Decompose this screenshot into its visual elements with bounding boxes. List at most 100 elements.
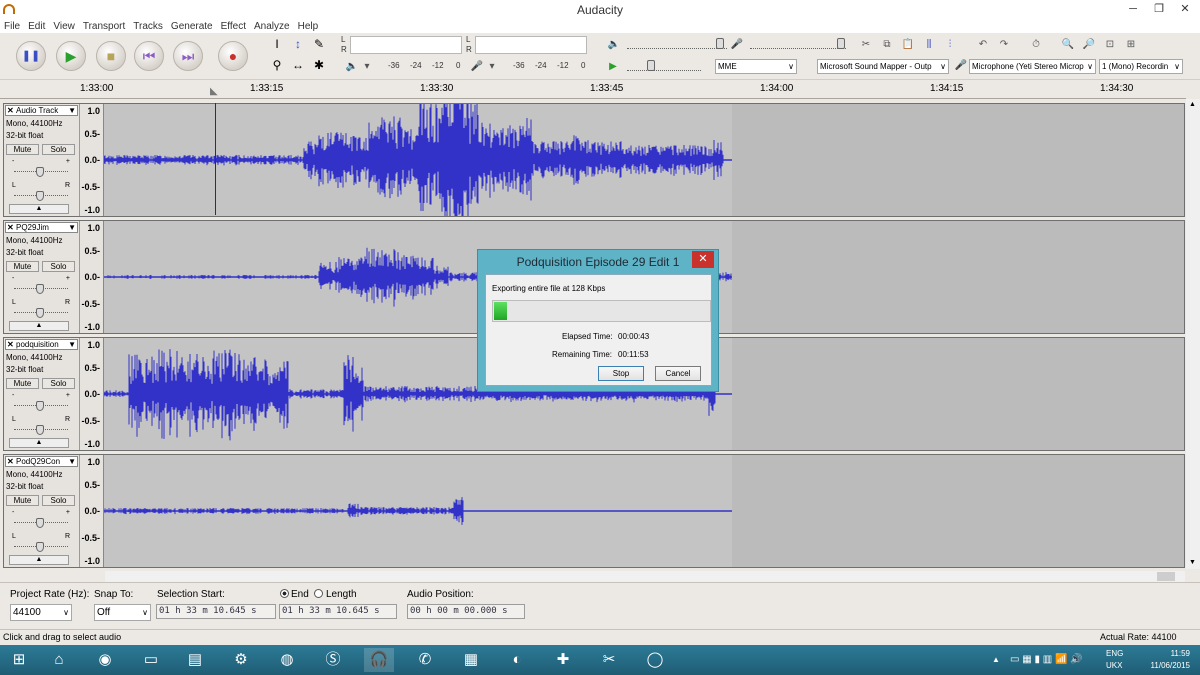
microphone-icon[interactable]: 🎤	[469, 59, 485, 75]
playback-meter[interactable]	[475, 36, 587, 54]
minimize-button[interactable]: ─	[1120, 0, 1146, 20]
fit-project-icon[interactable]: ⊞	[1123, 37, 1139, 53]
solo-button[interactable]: Solo	[42, 378, 75, 389]
menu-edit[interactable]: Edit	[24, 20, 49, 32]
paste-icon[interactable]: 📋	[900, 37, 916, 53]
record-button[interactable]: ●	[218, 41, 248, 71]
horizontal-scrollbar[interactable]	[105, 571, 1185, 582]
copy-icon[interactable]: ⧉	[879, 37, 895, 53]
chat-icon[interactable]: ◯	[640, 648, 670, 672]
tray-expand-icon[interactable]: ▲	[992, 655, 1000, 664]
scroll-thumb[interactable]	[1157, 572, 1175, 581]
menu-view[interactable]: View	[49, 20, 79, 32]
mute-button[interactable]: Mute	[6, 261, 39, 272]
mute-button[interactable]: Mute	[6, 378, 39, 389]
firefox-icon[interactable]: ◍	[272, 648, 302, 672]
language-code[interactable]: ENG	[1106, 649, 1123, 658]
cut-icon[interactable]: ✂	[858, 37, 874, 53]
pan-slider[interactable]: LR	[12, 182, 70, 202]
recording-meter[interactable]	[350, 36, 462, 54]
collapse-track-button[interactable]: ▲	[9, 555, 69, 565]
recording-device-select[interactable]: Microphone (Yeti Stereo Microp ∨	[969, 59, 1096, 74]
trim-icon[interactable]: ⫼	[921, 37, 937, 53]
input-volume-knob[interactable]	[837, 38, 845, 49]
playhead-marker-icon[interactable]: ◣	[210, 86, 218, 97]
track-name-menu[interactable]: ✕ Audio Track ▼	[5, 105, 78, 116]
gain-slider[interactable]: - +	[12, 509, 70, 529]
recording-channels-select[interactable]: 1 (Mono) Recordin ∨	[1099, 59, 1183, 74]
close-track-icon[interactable]: ✕	[7, 457, 14, 466]
stop-export-button[interactable]: Stop	[598, 366, 644, 381]
gain-knob[interactable]	[36, 284, 44, 294]
selection-end-field[interactable]: 01 h 33 m 10.645 s	[279, 604, 397, 619]
cancel-export-button[interactable]: Cancel	[655, 366, 701, 381]
close-track-icon[interactable]: ✕	[7, 106, 14, 115]
skip-start-button[interactable]: ⏮	[134, 41, 164, 71]
playback-speed-knob[interactable]	[647, 60, 655, 71]
fit-selection-icon[interactable]: ⊡	[1102, 37, 1118, 53]
close-track-icon[interactable]: ✕	[7, 223, 14, 232]
mute-button[interactable]: Mute	[6, 144, 39, 155]
draw-tool-icon[interactable]: ✎	[310, 36, 328, 52]
output-volume-knob[interactable]	[716, 38, 724, 49]
pan-knob[interactable]	[36, 308, 44, 318]
menu-effect[interactable]: Effect	[217, 20, 250, 32]
audacity-icon[interactable]: 🎧	[364, 648, 394, 672]
pan-slider[interactable]: LR	[12, 533, 70, 553]
gain-slider[interactable]: - +	[12, 392, 70, 412]
audio-position-field[interactable]: 00 h 00 m 00.000 s	[407, 604, 525, 619]
input-volume-slider[interactable]	[750, 39, 846, 49]
selection-start-field[interactable]: 01 h 33 m 10.645 s	[156, 604, 276, 619]
track-name-menu[interactable]: ✕ PQ29Jim ▼	[5, 222, 78, 233]
solo-button[interactable]: Solo	[42, 495, 75, 506]
end-radio[interactable]	[280, 589, 289, 598]
menu-tracks[interactable]: Tracks	[129, 20, 167, 32]
pan-knob[interactable]	[36, 425, 44, 435]
menu-file[interactable]: File	[0, 20, 24, 32]
stop-button[interactable]: ■	[96, 41, 126, 71]
disk-icon[interactable]: ▦	[456, 648, 486, 672]
menu-help[interactable]: Help	[294, 20, 323, 32]
scissors-icon[interactable]: ✂	[594, 648, 624, 672]
length-radio[interactable]	[314, 589, 323, 598]
chevron-down-icon[interactable]: ▾	[484, 59, 500, 75]
collapse-track-button[interactable]: ▲	[9, 438, 69, 448]
pause-button[interactable]: ❚❚	[16, 41, 46, 71]
track-control-panel[interactable]: ✕ podquisition ▼ Mono, 44100Hz 32-bit fl…	[4, 338, 80, 450]
windows-icon[interactable]: ⊞	[4, 648, 34, 672]
mute-button[interactable]: Mute	[6, 495, 39, 506]
home-icon[interactable]: ⌂	[44, 648, 74, 672]
gain-knob[interactable]	[36, 401, 44, 411]
close-button[interactable]: ✕	[1172, 0, 1198, 20]
phone-icon[interactable]: ✆	[410, 648, 440, 672]
undo-icon[interactable]: ↶	[975, 37, 991, 53]
solo-button[interactable]: Solo	[42, 261, 75, 272]
multi-tool-icon[interactable]: ✱	[310, 57, 328, 73]
pan-slider[interactable]: LR	[12, 299, 70, 319]
scroll-up-icon[interactable]: ▲	[1189, 101, 1196, 108]
collapse-track-button[interactable]: ▲	[9, 204, 69, 214]
chevron-down-icon[interactable]: ▾	[359, 59, 375, 75]
playback-device-select[interactable]: Microsoft Sound Mapper - Outp ∨	[817, 59, 949, 74]
audio-host-select[interactable]: MME ∨	[715, 59, 797, 74]
play-at-speed-icon[interactable]: ▶	[605, 59, 621, 75]
waveform-area[interactable]	[104, 455, 1184, 567]
selection-tool-icon[interactable]: I	[268, 36, 286, 52]
gain-slider[interactable]: - +	[12, 275, 70, 295]
track-name-menu[interactable]: ✕ podquisition ▼	[5, 339, 78, 350]
playback-speed-slider[interactable]	[627, 61, 701, 71]
gain-knob[interactable]	[36, 518, 44, 528]
project-rate-select[interactable]: 44100 ∨	[10, 604, 72, 621]
speaker-icon[interactable]: 🔈	[344, 59, 360, 75]
notes-icon[interactable]: ▤	[180, 648, 210, 672]
track-name-menu[interactable]: ✕ PodQ29Con ▼	[5, 456, 78, 467]
gain-knob[interactable]	[36, 167, 44, 177]
maximize-button[interactable]: ❐	[1146, 0, 1172, 20]
snap-to-select[interactable]: Off ∨	[94, 604, 151, 621]
zoom-out-icon[interactable]: 🔎	[1081, 37, 1097, 53]
timeshift-tool-icon[interactable]: ↔	[289, 57, 307, 73]
track-control-panel[interactable]: ✕ Audio Track ▼ Mono, 44100Hz 32-bit flo…	[4, 104, 80, 216]
zoom-in-icon[interactable]: 🔍	[1060, 37, 1076, 53]
skype-icon[interactable]: Ⓢ	[318, 648, 348, 672]
solo-button[interactable]: Solo	[42, 144, 75, 155]
